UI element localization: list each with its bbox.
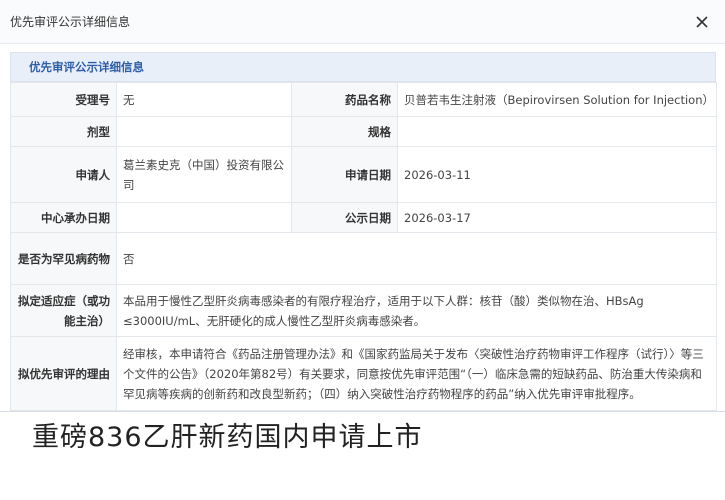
accept-no-label: 受理号	[10, 82, 117, 117]
drug-name-value: 贝普若韦生注射液（Bepirovirsen Solution for Injec…	[397, 82, 717, 117]
close-button[interactable]	[691, 11, 713, 33]
table-row: 受理号 无 药品名称 贝普若韦生注射液（Bepirovirsen Solutio…	[10, 82, 717, 117]
spec-value	[397, 116, 717, 147]
modal-title: 优先审评公示详细信息	[10, 15, 131, 29]
applicant-value: 葛兰素史克（中国）投资有限公司	[116, 146, 292, 203]
detail-modal: 优先审评公示详细信息 优先审评公示详细信息 受理号 无 药品名称 贝普若韦生注射…	[0, 0, 725, 412]
accept-no-value: 无	[116, 82, 292, 117]
publish-date-value: 2026-03-17	[397, 202, 717, 233]
center-date-value	[116, 202, 292, 233]
dosage-form-value	[116, 116, 292, 147]
spec-label: 规格	[291, 116, 398, 147]
applicant-label: 申请人	[10, 146, 117, 203]
indication-label: 拟定适应症（或功能主治）	[10, 284, 117, 337]
dosage-form-label: 剂型	[10, 116, 117, 147]
info-table: 受理号 无 药品名称 贝普若韦生注射液（Bepirovirsen Solutio…	[10, 82, 717, 411]
caption-text: 重磅836乙肝新药国内申请上市	[32, 422, 423, 453]
table-row: 拟优先审评的理由 经审核，本申请符合《药品注册管理办法》和《国家药监局关于发布〈…	[10, 336, 717, 411]
table-row: 剂型 规格	[10, 116, 717, 147]
reason-value: 经审核，本申请符合《药品注册管理办法》和《国家药监局关于发布〈突破性治疗药物审评…	[116, 336, 717, 411]
apply-date-value: 2026-03-11	[397, 146, 717, 203]
rare-disease-label: 是否为罕见病药物	[10, 232, 117, 285]
close-icon	[696, 15, 708, 28]
modal-header: 优先审评公示详细信息	[0, 0, 725, 44]
drug-name-label: 药品名称	[291, 82, 398, 117]
publish-date-label: 公示日期	[291, 202, 398, 233]
modal-body: 优先审评公示详细信息 受理号 无 药品名称 贝普若韦生注射液（Bepirovir…	[10, 52, 717, 411]
section-title: 优先审评公示详细信息	[10, 52, 716, 82]
rare-disease-value: 否	[116, 232, 717, 285]
apply-date-label: 申请日期	[291, 146, 398, 203]
table-row: 拟定适应症（或功能主治） 本品用于慢性乙型肝炎病毒感染者的有限疗程治疗，适用于以…	[10, 284, 717, 337]
table-row: 是否为罕见病药物 否	[10, 232, 717, 285]
reason-label: 拟优先审评的理由	[10, 336, 117, 411]
table-row: 中心承办日期 公示日期 2026-03-17	[10, 202, 717, 233]
indication-value: 本品用于慢性乙型肝炎病毒感染者的有限疗程治疗，适用于以下人群：核苷（酸）类似物在…	[116, 284, 717, 337]
center-date-label: 中心承办日期	[10, 202, 117, 233]
table-row: 申请人 葛兰素史克（中国）投资有限公司 申请日期 2026-03-11	[10, 146, 717, 203]
